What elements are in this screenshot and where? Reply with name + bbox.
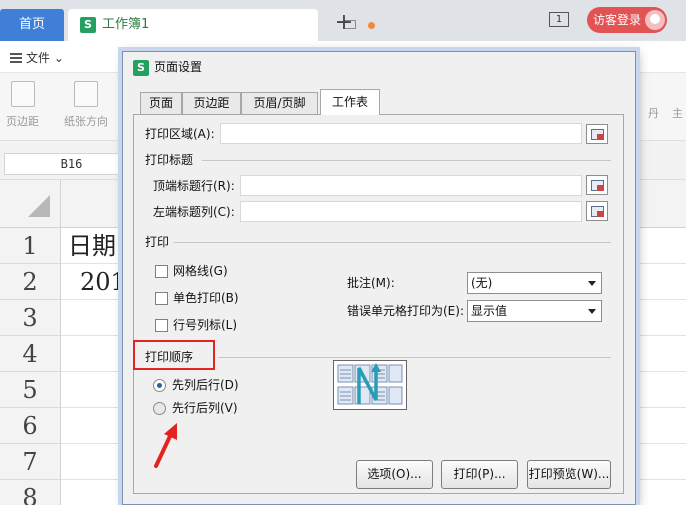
monochrome-checkbox[interactable]	[155, 292, 168, 305]
file-menu[interactable]: 文件 ⌄	[10, 49, 64, 66]
down-then-over-label: 先列后行(D)	[172, 378, 239, 392]
print-area-input[interactable]	[220, 123, 582, 144]
orientation-button[interactable]: 纸张方向	[64, 81, 108, 129]
guest-login-button[interactable]: 访客登录	[587, 7, 667, 33]
dialog-title-bar[interactable]: S 页面设置	[123, 52, 635, 82]
chevron-down-icon: ⌄	[53, 51, 64, 65]
comments-select[interactable]: (无)	[467, 272, 602, 294]
tab-workbook[interactable]: S 工作簿1	[68, 9, 375, 41]
top-rows-input[interactable]	[240, 175, 582, 196]
top-rows-collapse-button[interactable]	[586, 175, 608, 195]
ribbon-right-label-1[interactable]: 丹	[648, 105, 659, 121]
spreadsheet-icon: S	[80, 17, 96, 33]
unsaved-dot-icon	[368, 22, 375, 29]
print-section: 打印	[145, 235, 170, 249]
tab-page[interactable]: 页面	[140, 92, 182, 114]
row-header-8[interactable]: 8	[0, 480, 61, 505]
divider	[218, 357, 611, 358]
hamburger-icon	[10, 53, 22, 63]
watermark-logo	[578, 428, 686, 478]
tab-workbook-label: 工作簿1	[102, 17, 150, 32]
monochrome-label: 单色打印(B)	[173, 291, 239, 305]
tab-margins[interactable]: 页边距	[182, 92, 241, 114]
row-header-5[interactable]: 5	[0, 372, 61, 408]
down-then-over-radio[interactable]	[153, 379, 166, 392]
gridlines-label: 网格线(G)	[173, 264, 228, 278]
guest-login-label: 访客登录	[593, 13, 642, 27]
file-menu-label: 文件	[26, 51, 51, 65]
margins-label: 页边距	[6, 115, 39, 128]
print-button[interactable]: 打印(P)...	[441, 460, 518, 489]
avatar-icon	[645, 10, 665, 30]
errors-select[interactable]: 显示值	[467, 300, 602, 322]
print-order-preview-icon	[333, 360, 407, 410]
errors-select-value: 显示值	[471, 304, 508, 318]
chevron-down-icon	[588, 281, 596, 286]
print-area-label: 打印区域(A):	[145, 127, 215, 141]
row-header-4[interactable]: 4	[0, 336, 61, 372]
left-cols-collapse-button[interactable]	[586, 201, 608, 221]
row-header-3[interactable]: 3	[0, 300, 61, 336]
tab-home[interactable]: 首页	[0, 9, 64, 41]
comments-select-value: (无)	[471, 276, 493, 290]
name-box[interactable]: B16	[4, 153, 139, 175]
over-then-down-radio[interactable]	[153, 402, 166, 415]
over-then-down-label: 先行后列(V)	[172, 401, 238, 415]
tab-sheet[interactable]: 工作表	[320, 89, 380, 115]
row-header-2[interactable]: 2	[0, 264, 61, 300]
row-header-7[interactable]: 7	[0, 444, 61, 480]
chevron-down-icon	[588, 309, 596, 314]
margins-icon	[10, 81, 35, 107]
print-titles-section: 打印标题	[145, 153, 194, 167]
top-rows-label: 顶端标题行(R):	[153, 179, 235, 193]
errors-label: 错误单元格打印为(E):	[347, 304, 464, 318]
new-tab-button[interactable]: +	[334, 8, 354, 38]
window-count-badge[interactable]: 1	[549, 12, 569, 27]
row-header-1[interactable]: 1	[0, 228, 61, 264]
cell-a1[interactable]: 日期	[68, 228, 116, 264]
annotation-arrow-icon	[154, 423, 177, 468]
gridlines-checkbox[interactable]	[155, 265, 168, 278]
title-tab-bar: 首页 S 工作簿1 + 1 访客登录	[0, 0, 686, 41]
select-all-corner[interactable]	[0, 180, 61, 228]
print-area-collapse-button[interactable]	[586, 124, 608, 144]
page-setup-dialog: S 页面设置 页面 页边距 页眉/页脚 工作表 打印区域(A): 打印标题 顶端…	[122, 51, 636, 505]
options-button[interactable]: 选项(O)...	[356, 460, 433, 489]
divider	[174, 242, 611, 243]
spreadsheet-icon: S	[133, 60, 149, 76]
print-order-highlight-box	[133, 340, 215, 370]
left-cols-label: 左端标题列(C):	[153, 205, 235, 219]
row-header-6[interactable]: 6	[0, 408, 61, 444]
orientation-icon	[74, 81, 98, 107]
ribbon-right-label-2[interactable]: 主	[672, 105, 683, 121]
row-col-headers-label: 行号列标(L)	[173, 318, 238, 332]
tab-header-footer[interactable]: 页眉/页脚	[241, 92, 318, 114]
left-cols-input[interactable]	[240, 201, 582, 222]
dialog-title: 页面设置	[154, 60, 203, 74]
divider	[202, 160, 611, 161]
comments-label: 批注(M):	[347, 276, 395, 290]
row-col-headers-checkbox[interactable]	[155, 319, 168, 332]
orientation-label: 纸张方向	[64, 115, 108, 128]
margins-button[interactable]: 页边距	[6, 81, 39, 129]
sheet-tab-panel: 打印区域(A): 打印标题 顶端标题行(R): 左端标题列(C): 打印 网格线…	[133, 114, 624, 494]
cell-a2[interactable]: 201	[80, 264, 126, 300]
